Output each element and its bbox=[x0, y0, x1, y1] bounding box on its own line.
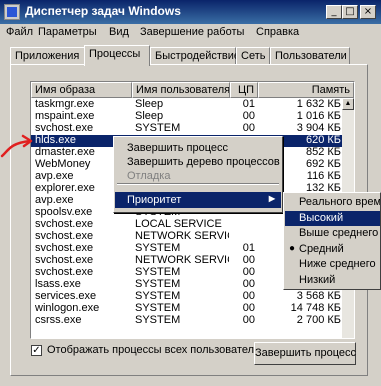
priority-option-label: Ниже среднего bbox=[299, 258, 376, 270]
cm-end-tree-label: Завершить дерево процессов bbox=[127, 156, 280, 168]
cm-debug-label: Отладка bbox=[127, 170, 171, 182]
context-menu: Завершить процесс Завершить дерево проце… bbox=[113, 136, 283, 213]
cell-image-name: svchost.exe bbox=[35, 242, 94, 254]
end-process-button[interactable]: Завершить процесс bbox=[254, 342, 356, 365]
menu-bar: Файл Параметры Вид Завершение работы Спр… bbox=[0, 24, 381, 42]
cm-priority[interactable]: Приоритет ▶ bbox=[115, 192, 281, 208]
list-header: Имя образа Имя пользователя ЦП Память bbox=[31, 82, 354, 98]
priority-option[interactable]: Реального времени bbox=[285, 195, 381, 210]
cell-user-name: SYSTEM bbox=[135, 302, 181, 314]
priority-option-label: Средний bbox=[299, 242, 344, 255]
cell-user-name: Sleep bbox=[135, 110, 164, 122]
menu-shutdown[interactable]: Завершение работы bbox=[140, 26, 244, 38]
cell-cpu: 00 bbox=[242, 290, 255, 302]
tab-processes[interactable]: Процессы bbox=[84, 45, 150, 66]
cell-user-name: SYSTEM bbox=[135, 122, 181, 134]
cell-memory: 14 748 КБ bbox=[290, 302, 341, 314]
show-all-checkbox[interactable]: ✓ bbox=[31, 345, 42, 356]
cm-priority-label: Приоритет bbox=[127, 194, 182, 206]
cell-image-name: lsass.exe bbox=[35, 278, 81, 290]
cell-image-name: taskmgr.exe bbox=[35, 98, 95, 110]
priority-option[interactable]: Высокий bbox=[285, 210, 380, 226]
cell-user-name: NETWORK SERVICE bbox=[135, 230, 229, 242]
priority-option-label: Реального времени bbox=[299, 196, 381, 208]
menu-file[interactable]: Файл bbox=[6, 26, 33, 38]
cell-user-name: SYSTEM bbox=[135, 278, 181, 290]
cell-cpu: 00 bbox=[242, 314, 255, 326]
tab-network[interactable]: Сеть bbox=[236, 47, 270, 65]
cell-cpu: 01 bbox=[242, 242, 255, 254]
task-manager-window: Диспетчер задач Windows _ □ × Файл Парам… bbox=[0, 0, 381, 386]
cell-user-name: SYSTEM bbox=[135, 290, 181, 302]
priority-option-label: Высокий bbox=[299, 211, 344, 224]
cell-cpu: 00 bbox=[242, 254, 255, 266]
cell-image-name: csrss.exe bbox=[35, 314, 82, 326]
title-bar[interactable]: Диспетчер задач Windows _ □ × bbox=[0, 0, 381, 24]
table-row[interactable]: csrss.exe SYSTEM 00 2 700 КБ bbox=[31, 314, 343, 327]
radio-bullet-icon: ● bbox=[289, 242, 296, 254]
cm-debug: Отладка bbox=[115, 168, 281, 184]
tab-users[interactable]: Пользователи bbox=[270, 47, 350, 65]
red-arrow-annotation bbox=[0, 134, 33, 158]
priority-option-label: Низкий bbox=[299, 273, 336, 286]
cell-image-name: svchost.exe bbox=[35, 230, 94, 242]
cell-memory: 1 632 КБ bbox=[296, 98, 341, 110]
column-user-name[interactable]: Имя пользователя bbox=[132, 82, 230, 98]
cell-cpu: 00 bbox=[242, 266, 255, 278]
priority-option[interactable]: Выше среднего bbox=[285, 226, 380, 241]
cell-cpu: 01 bbox=[242, 98, 255, 110]
priority-submenu: Реального времениВысокийВыше среднего●Ср… bbox=[283, 192, 381, 290]
cell-user-name: LOCAL SERVICE bbox=[135, 218, 222, 230]
window-title: Диспетчер задач Windows bbox=[25, 4, 181, 18]
cell-cpu: 00 bbox=[242, 302, 255, 314]
cell-image-name: services.exe bbox=[35, 290, 97, 302]
cell-memory: 1 016 КБ bbox=[296, 110, 341, 122]
cell-user-name: SYSTEM bbox=[135, 266, 181, 278]
cell-image-name: winlogon.exe bbox=[35, 302, 100, 314]
cell-user-name: SYSTEM bbox=[135, 314, 181, 326]
priority-option[interactable]: Низкий bbox=[285, 273, 380, 288]
cell-memory: 3 568 КБ bbox=[296, 290, 341, 302]
close-button[interactable]: × bbox=[360, 5, 376, 19]
column-cpu[interactable]: ЦП bbox=[230, 82, 258, 98]
scroll-up-button[interactable]: ▲ bbox=[342, 98, 354, 110]
cell-image-name: svchost.exe bbox=[35, 218, 94, 230]
show-all-label: Отображать процессы всех пользователей bbox=[47, 344, 267, 356]
cell-cpu: 00 bbox=[242, 122, 255, 134]
menu-view[interactable]: Вид bbox=[109, 26, 129, 38]
column-image-name[interactable]: Имя образа bbox=[31, 82, 132, 98]
maximize-button[interactable]: □ bbox=[342, 5, 358, 19]
cell-image-name: mspaint.exe bbox=[35, 110, 95, 122]
cell-image-name: svchost.exe bbox=[35, 266, 94, 278]
priority-option[interactable]: ● Средний bbox=[285, 242, 380, 257]
tab-applications[interactable]: Приложения bbox=[10, 47, 86, 65]
cell-user-name: Sleep bbox=[135, 98, 164, 110]
cell-memory: 2 700 КБ bbox=[296, 314, 341, 326]
priority-option-label: Выше среднего bbox=[299, 227, 379, 239]
cm-separator bbox=[117, 183, 279, 185]
app-icon bbox=[4, 4, 20, 20]
submenu-arrow-icon: ▶ bbox=[268, 194, 275, 203]
column-memory[interactable]: Память bbox=[258, 82, 354, 98]
cell-user-name: NETWORK SERVICE bbox=[135, 254, 229, 266]
cell-image-name: svchost.exe bbox=[35, 122, 94, 134]
cell-cpu: 00 bbox=[242, 278, 255, 290]
tab-strip: Приложения Процессы Быстродействие Сеть … bbox=[10, 45, 365, 66]
priority-option[interactable]: Ниже среднего bbox=[285, 257, 380, 272]
cell-image-name: svchost.exe bbox=[35, 254, 94, 266]
cell-memory: 3 904 КБ bbox=[296, 122, 341, 134]
cell-user-name: SYSTEM bbox=[135, 242, 181, 254]
cell-cpu: 00 bbox=[242, 110, 255, 122]
menu-help[interactable]: Справка bbox=[256, 26, 299, 38]
tab-performance[interactable]: Быстродействие bbox=[150, 47, 240, 65]
cm-end-process-label: Завершить процесс bbox=[127, 142, 228, 154]
minimize-button[interactable]: _ bbox=[326, 5, 342, 19]
menu-options[interactable]: Параметры bbox=[38, 26, 97, 38]
